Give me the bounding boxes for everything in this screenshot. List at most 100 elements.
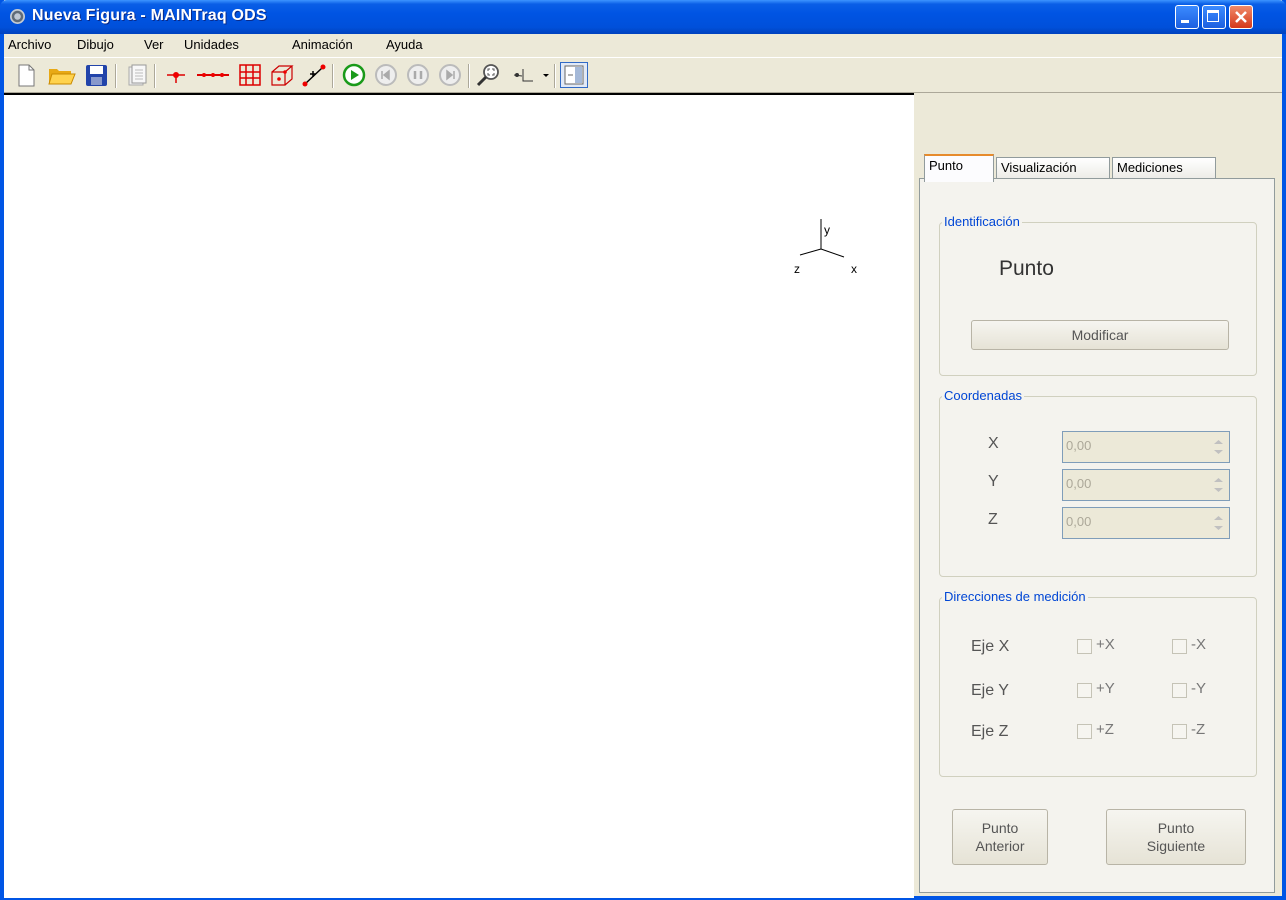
punto-siguiente-button[interactable]: Punto Siguiente	[1106, 809, 1246, 865]
zoom-fit-icon	[476, 64, 499, 87]
menu-archivo[interactable]: Archivo	[8, 37, 51, 52]
checkbox-label-plus-z: +Z	[1096, 721, 1114, 738]
title-bar[interactable]: Nueva Figura - MAINTraq ODS	[0, 0, 1286, 34]
open-button[interactable]	[46, 62, 76, 88]
coord-label-y: Y	[988, 473, 999, 490]
axis-label-x: x	[851, 262, 857, 276]
spinner-arrows-icon[interactable]	[1210, 434, 1227, 460]
group-title: Identificación	[942, 214, 1022, 229]
maximize-button[interactable]	[1202, 5, 1226, 29]
coord-label-z: Z	[988, 511, 998, 528]
menu-dibujo[interactable]: Dibujo	[77, 37, 114, 52]
step-forward-icon	[439, 64, 461, 86]
checkbox-minus-z[interactable]	[1172, 724, 1187, 739]
add-grid-button[interactable]	[236, 62, 264, 88]
step-back-icon	[375, 64, 397, 86]
toolbar-separator	[468, 64, 470, 88]
toolbar-separator	[115, 64, 117, 88]
coord-x-value: 0,00	[1066, 438, 1092, 453]
button-label-line: Punto	[981, 820, 1019, 836]
new-file-button[interactable]	[12, 62, 40, 88]
checkbox-plus-y[interactable]	[1077, 683, 1092, 698]
save-button[interactable]	[82, 62, 110, 88]
coord-x-input[interactable]: 0,00	[1062, 431, 1230, 463]
checkbox-label-minus-x: -X	[1191, 636, 1206, 653]
add-cube-icon	[271, 65, 294, 86]
point-name: Punto	[999, 257, 1054, 280]
group-direcciones: Direcciones de medición Eje X +X -X Eje …	[939, 589, 1257, 777]
group-coordenadas: Coordenadas X 0,00 Y 0,00 Z 0,00	[939, 388, 1257, 577]
application-window: Nueva Figura - MAINTraq ODS Archivo Dibu…	[0, 0, 1286, 900]
toolbar-separator	[154, 64, 156, 88]
step-back-button[interactable]	[372, 62, 400, 88]
close-icon	[1235, 11, 1247, 23]
connect-points-button[interactable]	[300, 62, 328, 88]
copy-icon	[128, 64, 147, 86]
play-icon	[342, 63, 366, 87]
axis-row-label-x: Eje X	[971, 638, 1010, 655]
checkbox-minus-y[interactable]	[1172, 683, 1187, 698]
app-icon	[10, 9, 25, 24]
group-identificacion: Identificación Punto Modificar	[939, 214, 1257, 376]
checkbox-plus-x[interactable]	[1077, 639, 1092, 654]
coord-z-input[interactable]: 0,00	[1062, 507, 1230, 539]
view-axes-dropdown[interactable]	[510, 62, 549, 88]
add-point-icon	[167, 72, 185, 83]
axis-row-label-z: Eje Z	[971, 723, 1009, 740]
minimize-icon	[1181, 20, 1189, 23]
tab-punto[interactable]: Punto	[924, 154, 994, 182]
connect-points-icon	[302, 64, 326, 87]
modificar-button[interactable]: Modificar	[971, 320, 1229, 350]
add-cube-button[interactable]	[268, 62, 296, 88]
open-folder-icon	[48, 69, 76, 85]
drawing-canvas[interactable]: y z x	[4, 93, 914, 898]
coord-y-value: 0,00	[1066, 476, 1092, 491]
copy-button[interactable]	[122, 62, 150, 88]
maximize-icon	[1207, 10, 1219, 22]
checkbox-label-plus-y: +Y	[1096, 680, 1115, 697]
close-button[interactable]	[1229, 5, 1253, 29]
menu-animacion[interactable]: Animación	[292, 37, 353, 52]
tab-mediciones[interactable]: Mediciones	[1112, 157, 1216, 179]
spinner-arrows-icon[interactable]	[1210, 510, 1227, 536]
menu-unidades[interactable]: Unidades	[184, 37, 239, 52]
group-title: Coordenadas	[942, 388, 1025, 403]
menu-ayuda[interactable]: Ayuda	[386, 37, 423, 52]
coord-label-x: X	[988, 435, 999, 452]
add-grid-icon	[239, 64, 261, 86]
add-line-button[interactable]	[196, 62, 229, 88]
save-icon	[86, 65, 107, 86]
tab-content-punto: Identificación Punto Modificar Coordenad…	[919, 178, 1275, 893]
punto-anterior-button[interactable]: Punto Anterior	[952, 809, 1048, 865]
spinner-arrows-icon[interactable]	[1210, 472, 1227, 498]
checkbox-label-minus-z: -Z	[1191, 721, 1206, 738]
button-label-line: Anterior	[975, 838, 1025, 854]
add-point-button[interactable]	[162, 62, 190, 88]
pause-button[interactable]	[404, 62, 432, 88]
coord-y-input[interactable]: 0,00	[1062, 469, 1230, 501]
step-forward-button[interactable]	[436, 62, 464, 88]
checkbox-plus-z[interactable]	[1077, 724, 1092, 739]
tab-visualizacion[interactable]: Visualización	[996, 157, 1110, 179]
button-label-line: Siguiente	[1146, 838, 1206, 854]
coord-z-value: 0,00	[1066, 514, 1092, 529]
axis-row-label-y: Eje Y	[971, 682, 1009, 699]
checkbox-label-plus-x: +X	[1096, 636, 1115, 653]
toolbar	[4, 57, 1282, 93]
pause-icon	[407, 64, 429, 86]
window-title: Nueva Figura - MAINTraq ODS	[32, 7, 267, 24]
toolbar-separator	[554, 64, 556, 88]
new-file-icon	[18, 64, 35, 87]
menu-bar: Archivo Dibujo Ver Unidades Animación Ay…	[4, 34, 1282, 56]
panel-toggle-icon	[564, 65, 584, 85]
axis-label-y: y	[824, 223, 830, 237]
menu-ver[interactable]: Ver	[144, 37, 164, 52]
play-button[interactable]	[340, 62, 368, 88]
minimize-button[interactable]	[1175, 5, 1199, 29]
checkbox-label-minus-y: -Y	[1191, 680, 1206, 697]
zoom-fit-button[interactable]	[474, 62, 502, 88]
axis-label-z: z	[794, 262, 800, 276]
button-label-line: Punto	[1157, 820, 1195, 836]
checkbox-minus-x[interactable]	[1172, 639, 1187, 654]
panel-toggle-button[interactable]	[560, 62, 588, 88]
